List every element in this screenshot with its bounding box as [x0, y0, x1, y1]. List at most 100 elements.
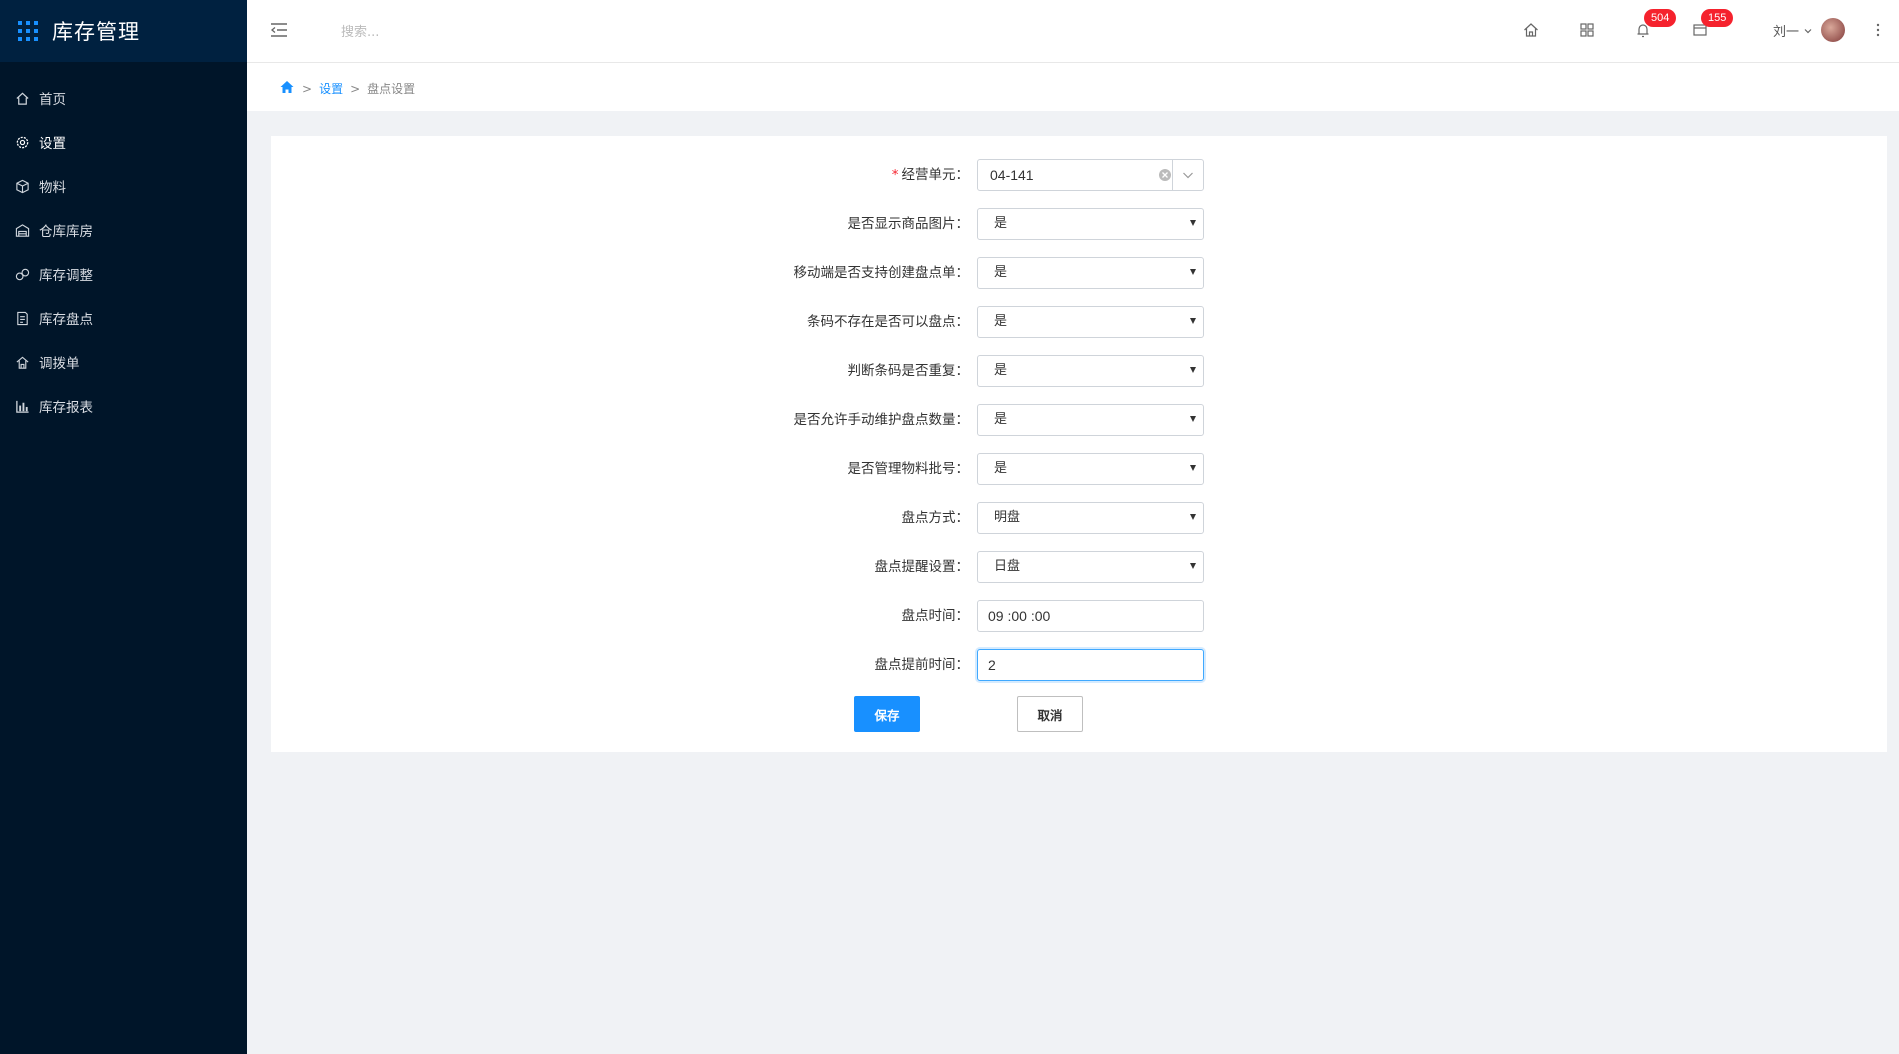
- barcode-duplicate-select[interactable]: 是: [977, 355, 1204, 387]
- manual-quantity-value: 是: [994, 412, 1008, 427]
- caret-down-icon: [1190, 465, 1196, 471]
- sidebar-item-settings[interactable]: 设置: [0, 120, 247, 164]
- sidebar-item-materials[interactable]: 物料: [0, 164, 247, 208]
- bar-chart-icon: [14, 398, 30, 414]
- sidebar-item-label: 仓库库房: [39, 224, 93, 240]
- manual-quantity-select[interactable]: 是: [977, 404, 1204, 436]
- manual-quantity-label: 是否允许手动维护盘点数量：: [793, 412, 970, 428]
- scrollbar[interactable]: [1891, 1000, 1899, 1054]
- barcode-missing-label: 条码不存在是否可以盘点：: [807, 314, 969, 330]
- home-icon[interactable]: [279, 79, 295, 98]
- form-row-manual-quantity: 是否允许手动维护盘点数量： 是: [271, 403, 1887, 437]
- reminder-setting-value: 日盘: [994, 559, 1021, 574]
- sidebar-item-stock-report[interactable]: 库存报表: [0, 384, 247, 428]
- caret-down-icon: [1190, 318, 1196, 324]
- message-badge: 155: [1701, 9, 1734, 27]
- batch-manage-select[interactable]: 是: [977, 453, 1204, 485]
- user-name: 刘一: [1773, 24, 1800, 40]
- required-mark: *: [891, 167, 899, 183]
- caret-down-icon: [1190, 367, 1196, 373]
- form-row-count-method: 盘点方式： 明盘: [271, 501, 1887, 535]
- transfer-icon: [14, 354, 30, 370]
- business-unit-label-text: 经营单元：: [901, 167, 970, 183]
- count-time-label: 盘点时间：: [901, 608, 970, 624]
- barcode-duplicate-label: 判断条码是否重复：: [847, 363, 970, 379]
- count-method-select[interactable]: 明盘: [977, 502, 1204, 534]
- form-row-show-image: 是否显示商品图片： 是: [271, 207, 1887, 241]
- count-method-value: 明盘: [994, 510, 1021, 525]
- caret-down-icon: [1190, 269, 1196, 275]
- chevron-down-icon: [1803, 21, 1813, 40]
- top-header: 504 155 刘一: [247, 0, 1899, 63]
- message-icon[interactable]: 155: [1690, 9, 1734, 40]
- breadcrumb-current: 盘点设置: [367, 82, 416, 96]
- sidebar-item-label: 首页: [39, 92, 66, 108]
- show-image-select[interactable]: 是: [977, 208, 1204, 240]
- barcode-missing-select[interactable]: 是: [977, 306, 1204, 338]
- settings-form-card: * 经营单元： 04-141 是否显示商品图片： 是 移动端是否支持创建盘点单： …: [271, 136, 1887, 752]
- sidebar-item-label: 库存调整: [39, 268, 93, 284]
- sidebar-item-label: 库存报表: [39, 400, 93, 416]
- reminder-setting-label: 盘点提醒设置：: [874, 559, 970, 575]
- breadcrumb-separator: >: [302, 81, 313, 96]
- form-row-barcode-missing: 条码不存在是否可以盘点： 是: [271, 305, 1887, 339]
- form-row-reminder-setting: 盘点提醒设置： 日盘: [271, 550, 1887, 584]
- reminder-setting-select[interactable]: 日盘: [977, 551, 1204, 583]
- breadcrumb-link[interactable]: 设置: [319, 80, 343, 97]
- business-unit-label: * 经营单元：: [892, 158, 969, 192]
- cube-icon: [14, 178, 30, 194]
- app-logo[interactable]: 库存管理: [0, 0, 247, 62]
- more-vertical-icon[interactable]: [1875, 20, 1881, 40]
- show-image-value: 是: [994, 216, 1008, 231]
- mobile-create-value: 是: [994, 265, 1008, 280]
- sidebar-item-transfer[interactable]: 调拨单: [0, 340, 247, 384]
- chevron-down-icon[interactable]: [1172, 160, 1203, 190]
- user-menu[interactable]: 刘一: [1773, 18, 1846, 42]
- apps-grid-icon: [18, 21, 38, 41]
- clear-icon[interactable]: [1158, 167, 1172, 181]
- mobile-create-label: 移动端是否支持创建盘点单：: [793, 265, 970, 281]
- breadcrumb-bar: > 设置 > 盘点设置: [247, 63, 1899, 111]
- advance-time-input[interactable]: [977, 649, 1204, 681]
- batch-manage-value: 是: [994, 461, 1008, 476]
- cancel-button[interactable]: 取消: [1017, 696, 1083, 732]
- notification-badge: 504: [1644, 9, 1677, 27]
- bell-icon[interactable]: 504: [1633, 9, 1677, 40]
- breadcrumb: > 设置 > 盘点设置: [279, 79, 415, 98]
- caret-down-icon: [1190, 416, 1196, 422]
- form-row-advance-time: 盘点提前时间：: [271, 648, 1887, 682]
- caret-down-icon: [1190, 514, 1196, 520]
- batch-manage-label: 是否管理物料批号：: [847, 461, 970, 477]
- adjust-icon: [14, 266, 30, 282]
- mobile-create-select[interactable]: 是: [977, 257, 1204, 289]
- sidebar-item-home[interactable]: 首页: [0, 76, 247, 120]
- app-title: 库存管理: [52, 20, 140, 44]
- business-unit-select[interactable]: 04-141: [977, 159, 1204, 191]
- sidebar-item-warehouse[interactable]: 仓库库房: [0, 208, 247, 252]
- home-icon: [14, 90, 30, 106]
- sidebar-item-stocktaking[interactable]: 库存盘点: [0, 296, 247, 340]
- business-unit-value: 04-141: [990, 167, 1034, 183]
- menu-collapse-icon[interactable]: [269, 20, 289, 40]
- sidebar: 库存管理 首页 设置 物料 仓库库房 库存调整 库存盘点 调拨单 库存报表: [0, 0, 247, 1054]
- sidebar-item-label: 库存盘点: [39, 312, 93, 328]
- count-method-label: 盘点方式：: [901, 510, 970, 526]
- search-input[interactable]: [339, 20, 563, 44]
- home-icon[interactable]: [1521, 20, 1541, 40]
- caret-down-icon: [1190, 563, 1196, 569]
- form-row-barcode-duplicate: 判断条码是否重复： 是: [271, 354, 1887, 388]
- show-image-label: 是否显示商品图片：: [847, 216, 970, 232]
- gear-icon: [14, 134, 30, 150]
- apps-grid-icon[interactable]: [1577, 20, 1597, 40]
- sidebar-item-label: 设置: [39, 136, 66, 152]
- checklist-icon: [14, 310, 30, 326]
- breadcrumb-separator: >: [350, 81, 361, 96]
- form-row-business-unit: * 经营单元： 04-141: [271, 158, 1887, 192]
- count-time-input[interactable]: [977, 600, 1204, 632]
- sidebar-item-label: 物料: [39, 180, 66, 196]
- sidebar-item-stock-adjust[interactable]: 库存调整: [0, 252, 247, 296]
- save-button[interactable]: 保存: [854, 696, 920, 732]
- barcode-duplicate-value: 是: [994, 363, 1008, 378]
- form-row-mobile-create: 移动端是否支持创建盘点单： 是: [271, 256, 1887, 290]
- avatar: [1821, 18, 1846, 42]
